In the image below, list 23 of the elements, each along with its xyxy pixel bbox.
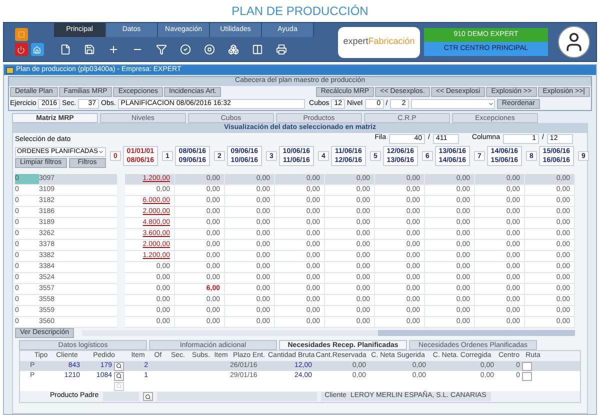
- filter-icon[interactable]: [156, 44, 167, 54]
- brand-logo: expertFabricación: [338, 26, 420, 58]
- avatar-icon: [558, 26, 590, 58]
- new-document-icon[interactable]: [60, 44, 71, 54]
- save-icon[interactable]: [84, 44, 95, 54]
- horizontal-scrollbar[interactable]: [82, 330, 575, 336]
- page-title: PLAN DE PRODUCCIÓN: [232, 3, 368, 20]
- print-icon[interactable]: [276, 44, 287, 54]
- menu-icon[interactable]: [14, 28, 28, 41]
- dropdown-caret-icon[interactable]: [98, 148, 104, 154]
- lookup-icon[interactable]: [142, 392, 153, 401]
- power-icon[interactable]: [14, 43, 28, 56]
- check-circle-icon[interactable]: [180, 44, 191, 54]
- dropdown-caret-icon[interactable]: [488, 101, 494, 107]
- lookup-icon[interactable]: [114, 372, 124, 381]
- stop-circle-icon[interactable]: [204, 44, 215, 54]
- lookup-icon[interactable]: [114, 362, 124, 371]
- parent-product-field[interactable]: [102, 392, 139, 401]
- plus-icon[interactable]: [108, 44, 119, 54]
- home-icon[interactable]: [30, 43, 44, 56]
- window-icon: [6, 66, 14, 74]
- columns-icon[interactable]: [252, 44, 263, 54]
- boxes-icon[interactable]: [228, 44, 239, 54]
